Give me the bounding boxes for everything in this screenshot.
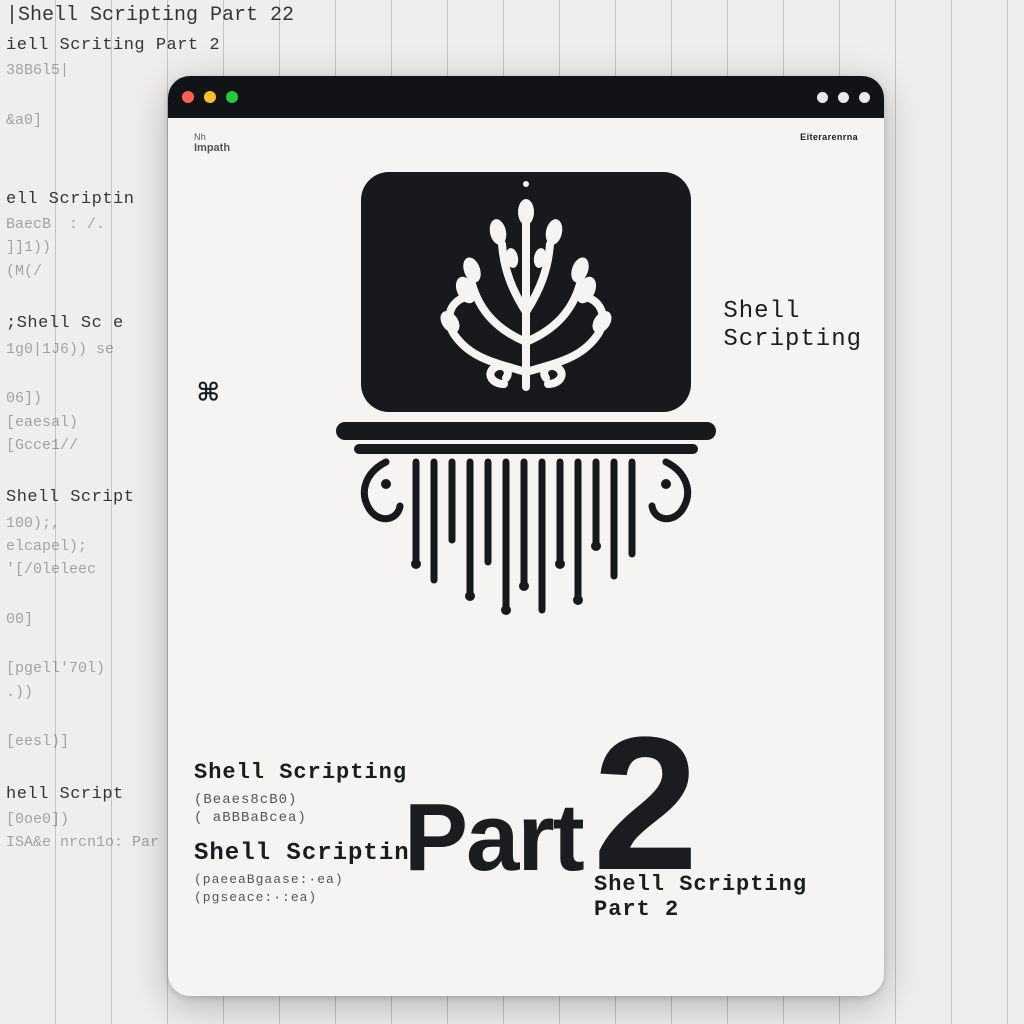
laptop-tree-illustration <box>266 162 786 617</box>
pseudo-code-line: (Beaes8cB0) <box>194 792 297 808</box>
header-left: Nh Impath <box>194 132 230 154</box>
part-word: Part <box>404 799 583 878</box>
traffic-lights-left <box>182 91 238 103</box>
header-small: Nh <box>194 132 230 142</box>
dot-icon <box>859 92 870 103</box>
ss-c-line2: Part 2 <box>594 897 679 922</box>
shell-scripting-label-a: Shell Scripting <box>194 760 407 785</box>
shell-scripting-label-c: Shell Scripting Part 2 <box>594 872 807 923</box>
brand-glyph-icon: ⌘ <box>198 373 218 415</box>
pseudo-code-line: (pgseace:·:ea) <box>194 890 317 905</box>
bg-line: 38B6l5| <box>6 59 206 82</box>
pseudo-code-line: (paeeaBgaase:·ea) <box>194 872 344 887</box>
cover-card: Nh Impath Eiterarenrna ⌘ Shell Scripting <box>168 76 884 996</box>
part-heading: Part 2 <box>404 730 698 878</box>
titlebar-right-dots <box>817 92 870 103</box>
bottom-text-block: Shell Scripting (Beaes8cB0) ( aBBBaBcea)… <box>194 720 858 980</box>
minimize-icon[interactable] <box>204 91 216 103</box>
close-icon[interactable] <box>182 91 194 103</box>
header-right: Eiterarenrna <box>800 132 858 142</box>
pseudo-code-line: ( aBBBaBcea) <box>194 810 307 826</box>
maximize-icon[interactable] <box>226 91 238 103</box>
bg-title-1: |Shell Scripting Part 22 <box>6 0 206 31</box>
part-number: 2 <box>593 730 699 878</box>
laptop-tree-icon <box>266 162 786 617</box>
shell-scripting-label-b: Shell Scripting <box>194 840 425 867</box>
bg-title-2: iell Scriting Part 2 <box>6 33 206 59</box>
header-bold: Impath <box>194 142 230 154</box>
card-body: Nh Impath Eiterarenrna ⌘ Shell Scripting <box>168 118 884 996</box>
dot-icon <box>838 92 849 103</box>
dot-icon <box>817 92 828 103</box>
ss-c-line1: Shell Scripting <box>594 872 807 897</box>
header-row: Nh Impath Eiterarenrna <box>194 132 858 154</box>
window-titlebar <box>168 76 884 118</box>
